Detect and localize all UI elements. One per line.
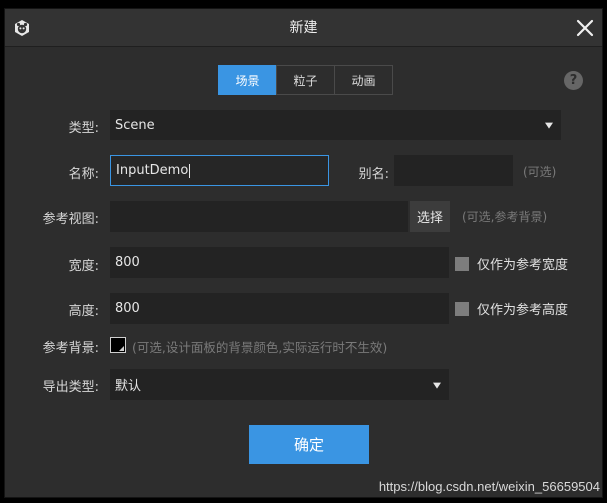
type-label: 类型: xyxy=(68,121,99,136)
tab-particle[interactable]: 粒子 xyxy=(276,65,335,95)
ref-width-checkbox[interactable]: 仅作为参考宽度 xyxy=(455,254,568,273)
ref-view-input[interactable] xyxy=(110,201,408,232)
help-icon[interactable]: ? xyxy=(564,71,583,90)
type-select-value: Scene xyxy=(115,117,155,133)
alias-hint: (可选) xyxy=(523,165,557,179)
export-type-label: 导出类型: xyxy=(42,380,99,395)
type-select[interactable]: Scene xyxy=(110,110,561,140)
ref-bg-color-picker[interactable] xyxy=(110,337,126,353)
chevron-down-icon xyxy=(545,122,553,129)
ref-height-checkbox-label: 仅作为参考高度 xyxy=(477,303,569,318)
name-label: 名称: xyxy=(68,167,99,182)
tab-animation[interactable]: 动画 xyxy=(334,65,393,95)
ref-width-checkbox-label: 仅作为参考宽度 xyxy=(477,258,569,273)
watermark-text: https://blog.csdn.net/weixin_56659504 xyxy=(378,479,600,494)
select-ref-view-button[interactable]: 选择 xyxy=(410,201,450,232)
dialog-title: 新建 xyxy=(289,20,318,36)
title-bar: 新建 xyxy=(5,9,602,47)
width-input-value: 800 xyxy=(115,255,140,270)
height-label: 高度: xyxy=(68,304,99,319)
new-dialog: 新建 场景 粒子 动画 ? 类型: Scene 名称: InputDemo 别名… xyxy=(4,8,603,498)
confirm-button[interactable]: 确定 xyxy=(249,425,369,464)
tab-scene[interactable]: 场景 xyxy=(218,65,277,95)
ref-bg-hint: (可选,设计面板的背景颜色,实际运行时不生效) xyxy=(132,340,388,355)
ref-view-label: 参考视图: xyxy=(42,212,99,227)
text-cursor xyxy=(189,163,191,178)
export-type-select[interactable]: 默认 xyxy=(110,369,449,400)
ref-bg-label: 参考背景: xyxy=(42,341,99,356)
height-input-value: 800 xyxy=(115,301,140,316)
width-input[interactable]: 800 xyxy=(110,247,449,278)
ref-width-checkbox-box[interactable] xyxy=(455,256,469,271)
close-icon[interactable] xyxy=(574,17,596,39)
ref-view-hint: (可选,参考背景) xyxy=(462,210,548,224)
alias-input[interactable] xyxy=(394,155,513,186)
name-input[interactable]: InputDemo xyxy=(110,155,329,186)
name-input-value: InputDemo xyxy=(116,163,189,178)
ref-height-checkbox-box[interactable] xyxy=(455,301,469,316)
export-type-select-value: 默认 xyxy=(115,379,142,394)
ref-height-checkbox[interactable]: 仅作为参考高度 xyxy=(455,299,568,318)
width-label: 宽度: xyxy=(68,259,99,274)
chevron-down-icon xyxy=(433,382,441,389)
alias-label: 别名: xyxy=(358,167,389,182)
height-input[interactable]: 800 xyxy=(110,293,449,324)
type-tabs: 场景 粒子 动画 xyxy=(218,65,393,95)
